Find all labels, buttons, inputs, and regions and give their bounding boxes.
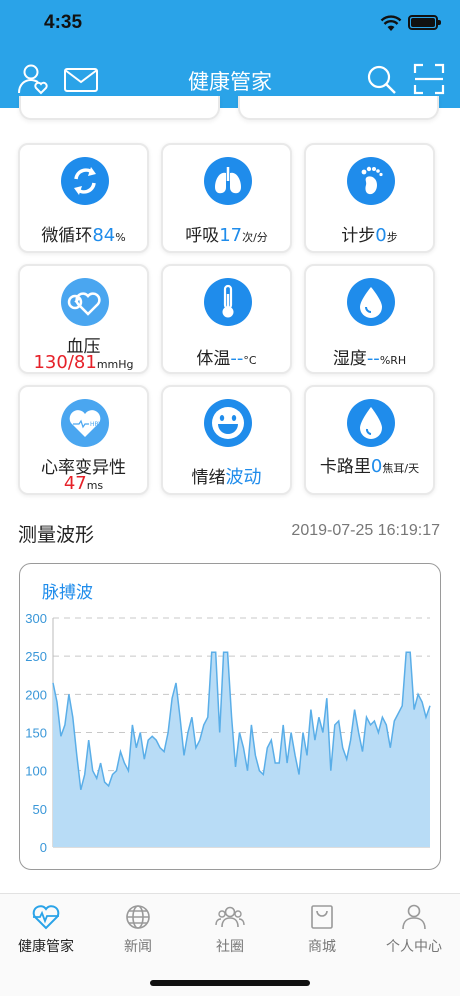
y-tick-label: 0 <box>40 840 47 855</box>
status-time: 4:35 <box>44 12 83 33</box>
tab-label: 新闻 <box>124 939 152 955</box>
y-tick-label: 300 <box>25 611 47 626</box>
measurement-timestamp: 2019-07-25 16:19:17 <box>291 522 440 539</box>
card-label: 情绪 <box>191 468 226 488</box>
battery-icon <box>408 15 441 30</box>
card-unit: °C <box>243 354 257 367</box>
section-title: 测量波形 <box>18 524 95 546</box>
card-microcirculation[interactable]: 微循环84% <box>18 143 149 253</box>
card-unit: 次/分 <box>242 231 268 244</box>
scan-icon[interactable] <box>412 62 446 96</box>
card-unit: % <box>115 231 126 244</box>
blood-pressure-icon <box>61 278 109 326</box>
card-value: -- <box>230 348 244 369</box>
pulse-wave-chart: 0 50 100 150 200 250 300 <box>25 611 431 855</box>
pulse-wave-area <box>53 652 430 847</box>
heart-hrv-icon: HRV <box>61 399 109 447</box>
card-unit: 步 <box>386 231 398 244</box>
y-tick-label: 250 <box>25 649 47 664</box>
card-value: 47 <box>63 473 87 494</box>
y-tick-label: 100 <box>25 764 47 779</box>
tab-community[interactable]: 社圈 <box>184 902 276 956</box>
card-stub-left <box>19 96 220 120</box>
card-value: 0 <box>370 456 383 477</box>
card-label: 卡路里 <box>319 457 371 477</box>
status-bar: 4:35 <box>0 0 460 50</box>
thermometer-icon <box>204 278 252 326</box>
card-humidity[interactable]: 湿度--%RH <box>304 264 435 374</box>
card-emotion[interactable]: 情绪波动 <box>161 385 292 495</box>
waveform-card: 0 50 100 150 200 250 300 脉搏波 <box>19 563 441 870</box>
shopping-bag-icon <box>311 905 333 929</box>
y-tick-label: 200 <box>25 687 47 702</box>
tab-profile[interactable]: 个人中心 <box>368 902 460 956</box>
card-value: 17 <box>219 225 243 246</box>
chart-title: 脉搏波 <box>42 583 93 603</box>
tab-health[interactable]: 健康管家 <box>0 902 92 956</box>
card-respiration[interactable]: 呼吸17次/分 <box>161 143 292 253</box>
recycle-icon <box>61 157 109 205</box>
card-value: 波动 <box>225 467 262 488</box>
card-label: 湿度 <box>332 349 367 369</box>
globe-icon <box>126 905 150 929</box>
card-unit: 焦耳/天 <box>382 462 420 475</box>
card-blood-pressure[interactable]: 血压 130/81mmHg <box>18 264 149 374</box>
card-hrv[interactable]: HRV 心率变异性 47ms <box>18 385 149 495</box>
card-temperature[interactable]: 体温--°C <box>161 264 292 374</box>
card-unit: %RH <box>379 354 407 367</box>
lungs-icon <box>204 157 252 205</box>
card-label: 微循环 <box>41 226 93 246</box>
water-drop-icon <box>347 278 395 326</box>
card-unit: ms <box>86 479 104 492</box>
tab-news[interactable]: 新闻 <box>92 902 184 956</box>
tab-mall[interactable]: 商城 <box>276 902 368 956</box>
card-label: 计步 <box>341 226 376 246</box>
card-value: -- <box>366 348 380 369</box>
person-icon <box>402 904 426 930</box>
card-calories[interactable]: 卡路里0焦耳/天 <box>304 385 435 495</box>
hrv-icon-text: HRV <box>90 421 103 428</box>
footprint-icon <box>347 157 395 205</box>
tab-label: 健康管家 <box>18 939 74 955</box>
home-indicator <box>150 980 310 986</box>
card-value: 84 <box>92 225 116 246</box>
card-label: 体温 <box>196 349 231 369</box>
card-label: 呼吸 <box>185 226 220 246</box>
card-steps[interactable]: 计步0步 <box>304 143 435 253</box>
tab-label: 商城 <box>308 939 336 955</box>
tab-label: 社圈 <box>216 939 244 955</box>
y-tick-label: 50 <box>33 802 47 817</box>
tab-label: 个人中心 <box>386 939 442 955</box>
card-value: 130/81 <box>33 352 97 373</box>
card-value: 0 <box>375 225 387 246</box>
card-unit: mmHg <box>96 358 134 371</box>
search-icon[interactable] <box>364 62 398 96</box>
smiley-icon <box>204 399 252 447</box>
y-tick-label: 150 <box>25 726 47 741</box>
heart-pulse-icon <box>32 905 60 930</box>
group-icon <box>215 906 245 928</box>
wifi-icon <box>380 15 402 31</box>
card-stub-right <box>238 96 439 120</box>
flame-icon <box>347 399 395 447</box>
